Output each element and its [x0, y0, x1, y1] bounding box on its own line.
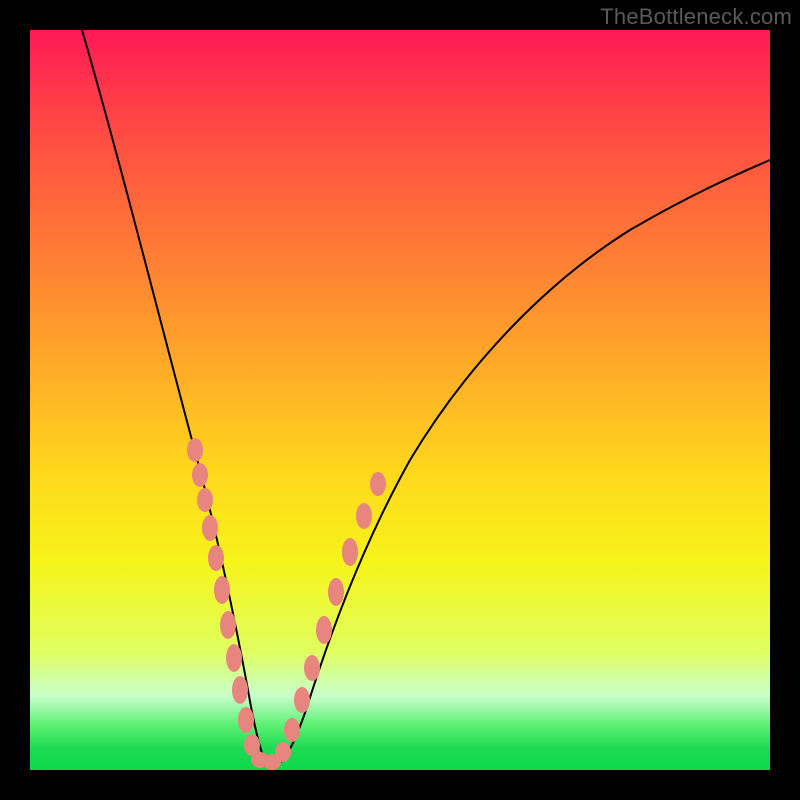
chart-frame: TheBottleneck.com	[0, 0, 800, 800]
curve-layer	[30, 30, 770, 770]
plot-area	[30, 30, 770, 770]
bottleneck-curve	[82, 30, 770, 767]
bead-cluster	[187, 438, 386, 770]
watermark-text: TheBottleneck.com	[600, 4, 792, 30]
